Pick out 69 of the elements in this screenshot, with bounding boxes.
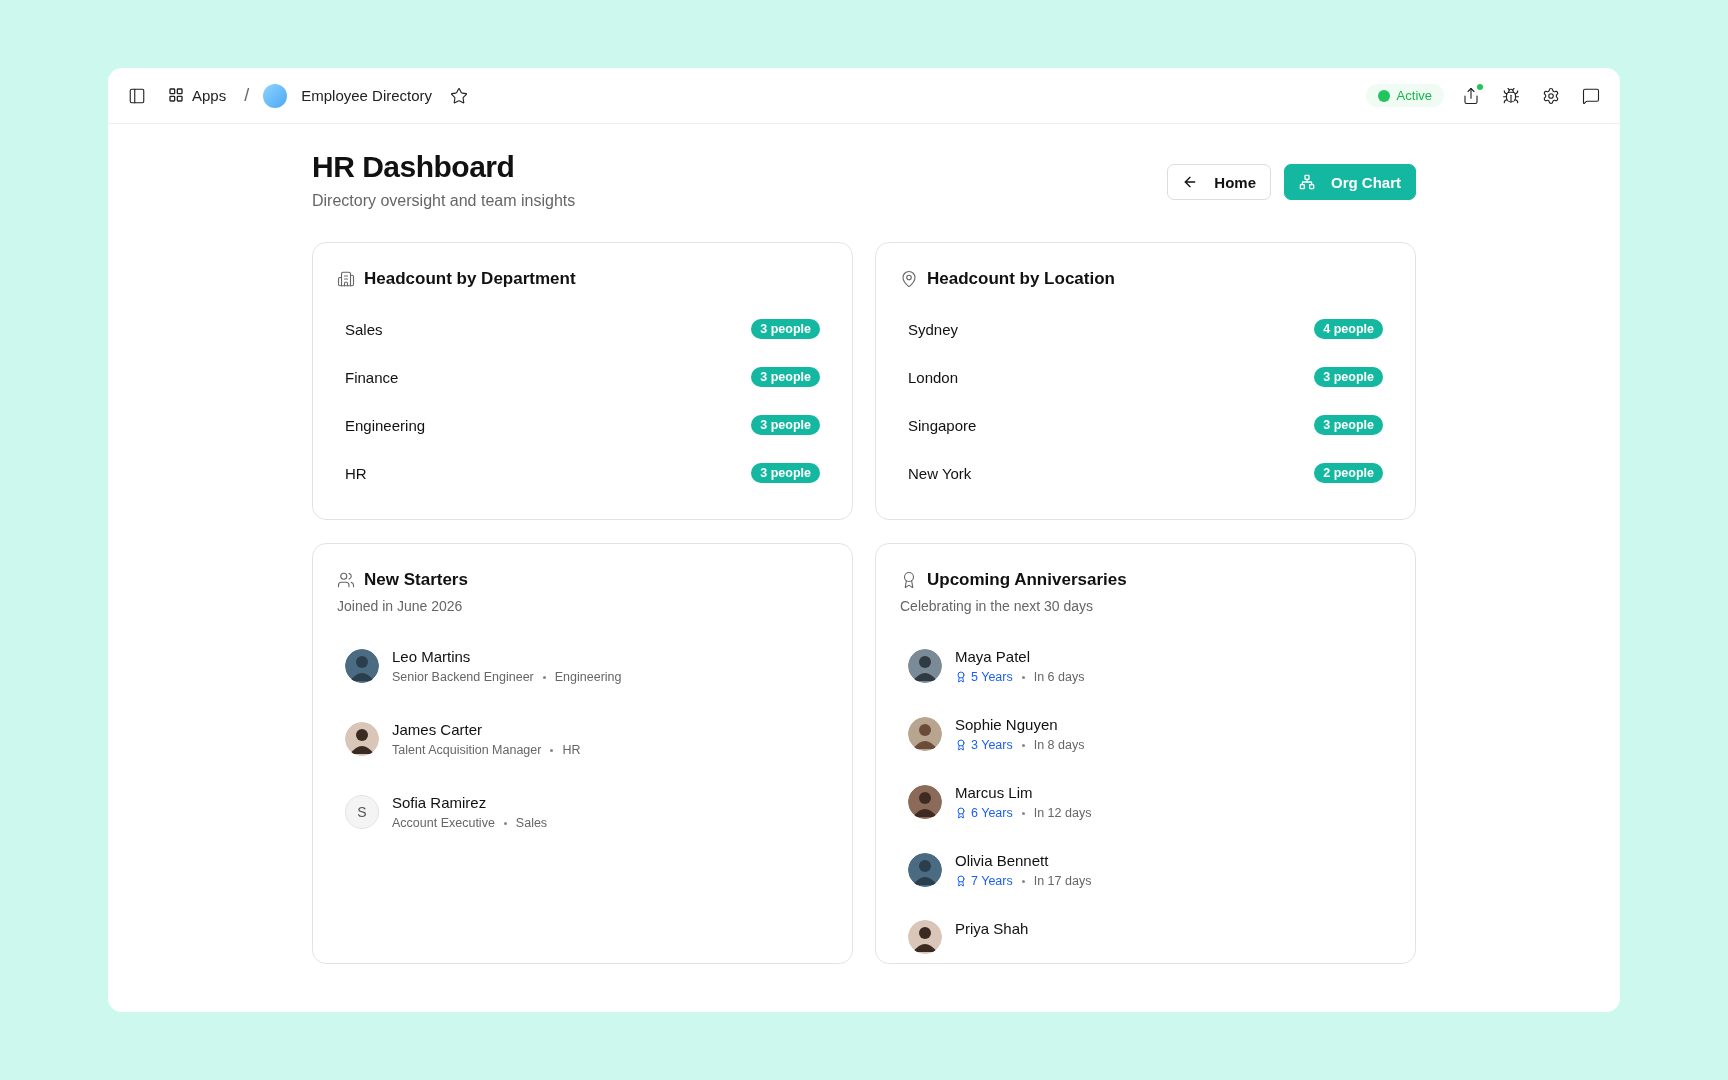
count-badge: 3 people	[1314, 367, 1383, 387]
people-icon	[337, 571, 355, 589]
job-title: Talent Acquisition Manager	[392, 743, 542, 757]
status-badge: Active	[1365, 84, 1444, 107]
person-name: Leo Martins	[392, 648, 472, 665]
building-icon	[337, 270, 355, 288]
person-name: Olivia Bennett	[955, 852, 1050, 869]
person-name: James Carter	[392, 721, 484, 738]
years-label: 3 Years	[955, 738, 1013, 752]
group-name: Sales	[345, 320, 383, 338]
count-badge: 3 people	[751, 367, 820, 387]
card-subtitle: Joined in June 2026	[337, 598, 464, 614]
card-title: Upcoming Anniversaries	[927, 570, 1127, 590]
avatar	[908, 649, 942, 683]
years-label: 6 Years	[955, 806, 1013, 820]
app-name: Employee Directory	[301, 87, 433, 104]
card-title: Headcount by Department	[364, 269, 576, 289]
map-pin-icon	[900, 270, 918, 288]
group-name: HR	[345, 464, 367, 482]
page-subtitle: Directory oversight and team insights	[312, 192, 576, 210]
avatar	[908, 853, 942, 887]
award-icon	[955, 739, 967, 751]
years-label: 5 Years	[955, 670, 1013, 684]
card-subtitle: Celebrating in the next 30 days	[900, 598, 1094, 614]
avatar	[345, 649, 379, 683]
avatar	[345, 722, 379, 756]
page-title: HR Dashboard	[312, 150, 516, 184]
days-until: In 17 days	[1033, 874, 1092, 888]
card-title: Headcount by Location	[927, 269, 1115, 289]
group-name: Sydney	[908, 320, 959, 338]
apps-button[interactable]: Apps	[164, 83, 231, 108]
avatar	[908, 785, 942, 819]
days-until: In 6 days	[1033, 670, 1085, 684]
group-name: Finance	[345, 368, 399, 386]
group-name: Engineering	[345, 416, 426, 434]
count-badge: 3 people	[751, 319, 820, 339]
job-title: Senior Backend Engineer	[392, 670, 534, 684]
avatar	[908, 920, 942, 954]
job-title: Account Executive	[392, 816, 495, 830]
app-icon	[263, 83, 288, 108]
days-until: In 8 days	[1033, 738, 1085, 752]
hierarchy-icon	[1299, 174, 1315, 190]
person-name: Marcus Lim	[955, 784, 1034, 801]
award-icon	[955, 807, 967, 819]
group-name: Singapore	[908, 416, 977, 434]
department: Engineering	[554, 670, 622, 684]
department: HR	[562, 743, 581, 757]
person-name: Maya Patel	[955, 648, 1032, 665]
group-name: New York	[908, 464, 972, 482]
count-badge: 2 people	[1314, 463, 1383, 483]
count-badge: 3 people	[751, 415, 820, 435]
count-badge: 4 people	[1314, 319, 1383, 339]
person-name: Priya Shah	[955, 920, 1029, 937]
home-button[interactable]: Home	[1167, 164, 1271, 200]
card-title: New Starters	[364, 570, 468, 590]
count-badge: 3 people	[751, 463, 820, 483]
award-icon	[955, 671, 967, 683]
days-until: In 12 days	[1033, 806, 1092, 820]
award-icon	[955, 875, 967, 887]
person-name: Sofia Ramirez	[392, 794, 488, 811]
group-name: London	[908, 368, 959, 386]
department: Sales	[515, 816, 548, 830]
person-name: Sophie Nguyen	[955, 716, 1059, 733]
grid-icon	[168, 87, 184, 103]
avatar	[908, 717, 942, 751]
breadcrumb-separator: /	[244, 85, 250, 106]
years-label: 7 Years	[955, 874, 1013, 888]
avatar: S	[345, 795, 379, 829]
count-badge: 3 people	[1314, 415, 1383, 435]
